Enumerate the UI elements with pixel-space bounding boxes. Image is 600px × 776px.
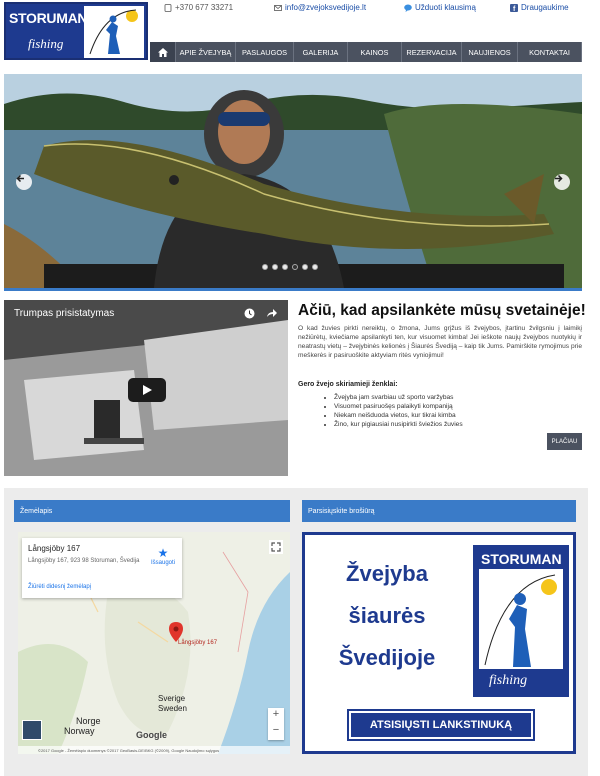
place-title: Långsjöby 167 [28, 544, 81, 553]
home-icon [157, 47, 168, 57]
watch-later-icon[interactable] [244, 308, 255, 322]
map-place-card: Långsjöby 167 Långsjöby 167, 923 98 Stor… [22, 538, 182, 598]
arrow-right-icon [555, 174, 563, 183]
hero-slider[interactable] [4, 74, 582, 288]
ask-question-label: Užduoti klausimą [415, 3, 476, 12]
nav-services[interactable]: PASLAUGOS [236, 42, 294, 62]
satellite-toggle[interactable] [22, 720, 42, 740]
nav-news[interactable]: NAUJIENOS [462, 42, 518, 62]
slider-dots [262, 264, 318, 270]
signs-heading: Gero žvejo skiriamieji ženklai: [298, 381, 398, 388]
brochure-line: šiaurės [348, 603, 426, 628]
map-attribution: ©2017 Google - Žemėlapio duomenys ©2017 … [18, 746, 290, 754]
brochure-panel-header: Parsisiųskite brošiūrą [302, 500, 576, 522]
read-more-button[interactable]: PLAČIAU [547, 433, 582, 450]
slider-prev-button[interactable] [16, 174, 32, 190]
view-larger-map-link[interactable]: Žiūrėti didesnį žemėlapį [28, 584, 91, 590]
main-nav: APIE ŽVEJYBĄ PASLAUGOS GALERIJA KAINOS R… [150, 42, 582, 62]
country-label-norge: Norge [76, 716, 101, 726]
country-label-sverige: Sverige [158, 694, 186, 703]
phone-contact[interactable]: +370 677 33271 [164, 3, 233, 12]
envelope-icon [274, 4, 282, 11]
facebook-link[interactable]: f Draugaukime [510, 3, 569, 12]
slider-dot[interactable] [282, 264, 288, 270]
nav-prices[interactable]: KAINOS [348, 42, 402, 62]
play-button[interactable] [128, 378, 166, 402]
brochure-logo-storuman: STORUMAN [481, 551, 562, 567]
slider-dot[interactable] [312, 264, 318, 270]
contact-bar: +370 677 33271 info@zvejoksvedijoje.lt U… [150, 0, 600, 16]
arrow-left-icon [16, 174, 24, 183]
list-item: Niekam neišduoda vietos, kur tikrai kimb… [334, 412, 463, 421]
country-label-norway: Norway [64, 726, 95, 736]
zoom-controls: + − [268, 708, 284, 740]
slider-dot[interactable] [302, 264, 308, 270]
brochure-line: Žvejyba [346, 561, 428, 586]
facebook-icon: f [510, 3, 518, 12]
place-address: Långsjöby 167, 923 98 Storuman, Švedija [28, 558, 140, 564]
google-logo: Google [136, 730, 167, 740]
intro-video-player[interactable]: Trumpas prisistatymas [4, 300, 288, 476]
hero-accent-bar [4, 288, 582, 291]
logo-text-fishing: fishing [28, 36, 64, 51]
slider-dot[interactable] [272, 264, 278, 270]
brochure-banner[interactable]: Žvejyba šiaurės Švedijoje STORUMAN fishi… [302, 532, 576, 754]
nav-about-fishing[interactable]: APIE ŽVEJYBĄ [176, 42, 236, 62]
welcome-paragraph: O kad žuvies pirkti nereiktų, o žmona, J… [298, 325, 582, 359]
email-link[interactable]: info@zvejoksvedijoje.lt [285, 3, 366, 12]
slider-dot[interactable] [262, 264, 268, 270]
map-panel-header: Žemėlapis [14, 500, 290, 522]
hero-fisherman-pike-image [4, 74, 582, 288]
share-icon[interactable] [266, 308, 277, 322]
fullscreen-button[interactable] [269, 540, 283, 554]
zoom-in-button[interactable]: + [268, 708, 284, 724]
marker-label: Långsjöby 167 [178, 640, 218, 646]
chat-bubble-icon [404, 4, 412, 12]
signs-list: Žvejyba jam svarbiau už sporto varžybas … [334, 394, 463, 430]
list-item: Žino, kur pigiausiai nusipirkti šviežios… [334, 421, 463, 430]
logo-text-storuman: STORUMAN [9, 10, 88, 26]
brochure-logo: STORUMAN fishing [473, 545, 569, 697]
phone-icon [164, 3, 172, 12]
facebook-label: Draugaukime [521, 3, 569, 12]
nav-reservation[interactable]: REZERVACIJA [402, 42, 462, 62]
phone-number: +370 677 33271 [175, 3, 234, 12]
save-place-button[interactable]: ★ Išsaugoti [148, 546, 178, 566]
video-title: Trumpas prisistatymas [14, 308, 115, 319]
brochure-logo-fishing: fishing [489, 673, 528, 688]
nav-contacts[interactable]: KONTAKTAI [518, 42, 582, 62]
download-brochure-button[interactable]: ATSISIŲSTI LANKSTINUKĄ [347, 709, 535, 741]
nav-gallery[interactable]: GALERIJA [294, 42, 348, 62]
site-logo[interactable]: STORUMAN fishing [4, 2, 148, 60]
email-contact[interactable]: info@zvejoksvedijoje.lt [274, 3, 366, 12]
brochure-line: Švedijoje [338, 645, 436, 670]
play-icon [143, 385, 152, 395]
nav-home[interactable] [150, 42, 176, 62]
star-icon: ★ [157, 546, 169, 560]
zoom-out-button[interactable]: − [268, 724, 284, 740]
fisherman-logo-icon [84, 6, 144, 58]
ask-question-link[interactable]: Užduoti klausimą [404, 3, 476, 12]
list-item: Žvejyba jam svarbiau už sporto varžybas [334, 394, 463, 403]
slider-next-button[interactable] [554, 174, 570, 190]
welcome-heading: Ačiū, kad apsilankėte mūsų svetainėje! [298, 302, 586, 319]
save-label: Išsaugoti [150, 560, 175, 566]
fisherman-logo-icon [479, 569, 563, 669]
country-label-sweden: Sweden [158, 704, 187, 713]
list-item: Visuomet pasiruošęs palaikyti kompaniją [334, 403, 463, 412]
slider-dot-active[interactable] [292, 264, 298, 270]
fullscreen-icon [271, 542, 281, 552]
